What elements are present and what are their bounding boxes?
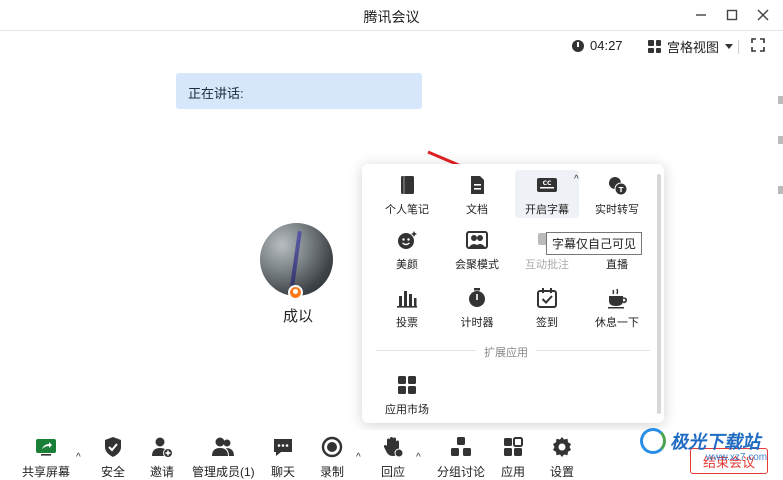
reaction-icon bbox=[382, 436, 404, 458]
view-mode-label: 宫格视图 bbox=[667, 40, 720, 55]
watermark-logo-icon bbox=[640, 428, 666, 454]
meeting-timer: 04:27 bbox=[572, 38, 623, 53]
tool-beauty[interactable]: 美颜 bbox=[375, 225, 439, 273]
speaking-banner: 正在讲话: bbox=[176, 73, 422, 109]
svg-text:CC: CC bbox=[543, 180, 552, 187]
reaction-button[interactable]: 回应 bbox=[381, 436, 405, 480]
beauty-icon bbox=[396, 229, 418, 251]
divider bbox=[738, 40, 739, 54]
tool-transcribe[interactable]: T 实时转写 bbox=[585, 170, 649, 218]
tool-app-market[interactable]: 应用市场 bbox=[375, 370, 439, 418]
chat-button[interactable]: 聊天 bbox=[271, 436, 295, 480]
timer-value: 04:27 bbox=[590, 38, 623, 53]
app-market-icon bbox=[396, 374, 418, 396]
grid-view-icon bbox=[648, 40, 661, 53]
svg-text:T: T bbox=[619, 186, 624, 194]
tool-checkin[interactable]: 签到 bbox=[515, 283, 579, 331]
vote-icon bbox=[396, 287, 418, 309]
chevron-up-icon[interactable]: ^ bbox=[356, 452, 361, 463]
chevron-down-icon bbox=[725, 44, 734, 49]
record-button[interactable]: 录制 bbox=[320, 436, 344, 480]
shield-icon bbox=[102, 436, 124, 458]
tool-captions[interactable]: CC 开启字幕 bbox=[515, 170, 579, 218]
watermark: 极光下载站 bbox=[640, 428, 760, 454]
manage-members-button[interactable]: 管理成员(1) bbox=[192, 436, 255, 480]
share-screen-icon bbox=[35, 436, 57, 458]
coffee-icon bbox=[606, 287, 628, 309]
edge-indicator bbox=[778, 136, 783, 144]
maximize-icon[interactable] bbox=[721, 4, 743, 26]
host-badge-icon bbox=[288, 285, 303, 300]
close-icon[interactable] bbox=[752, 4, 774, 26]
window-title: 腾讯会议 bbox=[363, 9, 420, 25]
captions-tooltip: 字幕仅自己可见 bbox=[546, 232, 643, 255]
chevron-up-icon[interactable]: ^ bbox=[574, 174, 579, 185]
tool-timer[interactable]: 计时器 bbox=[445, 283, 509, 331]
speaking-label: 正在讲话: bbox=[188, 86, 244, 101]
members-icon bbox=[212, 436, 235, 458]
panel-scrollbar[interactable] bbox=[657, 174, 661, 414]
tool-documents[interactable]: 文档 bbox=[445, 170, 509, 218]
edge-indicator bbox=[778, 186, 783, 194]
tool-take-break[interactable]: 休息一下 bbox=[585, 283, 649, 331]
fullscreen-icon[interactable] bbox=[751, 38, 765, 52]
transcribe-icon: T bbox=[606, 174, 628, 196]
share-screen-button[interactable]: 共享屏幕 bbox=[22, 436, 70, 480]
record-icon bbox=[321, 436, 343, 458]
clock-icon bbox=[572, 39, 584, 52]
timer-icon bbox=[466, 287, 488, 309]
watermark-url: www.xz7.com bbox=[706, 452, 768, 463]
watermark-text: 极光下载站 bbox=[670, 432, 760, 452]
invite-icon bbox=[151, 436, 173, 458]
breakout-rooms-button[interactable]: 分组讨论 bbox=[437, 436, 485, 480]
apps-button[interactable]: 应用 bbox=[501, 436, 525, 480]
invite-button[interactable]: 邀请 bbox=[150, 436, 174, 480]
security-button[interactable]: 安全 bbox=[101, 436, 125, 480]
chevron-up-icon[interactable]: ^ bbox=[76, 452, 81, 463]
chevron-up-icon[interactable]: ^ bbox=[416, 452, 421, 463]
document-icon bbox=[466, 174, 488, 196]
title-bar: 腾讯会议 bbox=[0, 0, 783, 30]
together-mode-icon bbox=[466, 229, 488, 251]
captions-icon: CC bbox=[536, 174, 558, 196]
breakout-icon bbox=[450, 436, 472, 458]
view-mode-dropdown[interactable]: 宫格视图 bbox=[648, 37, 734, 56]
tool-together-mode[interactable]: 会聚模式 bbox=[445, 225, 509, 273]
tool-personal-notes[interactable]: 个人笔记 bbox=[375, 170, 439, 218]
gear-icon bbox=[551, 436, 573, 458]
meeting-info-bar: 04:27 宫格视图 bbox=[0, 30, 783, 60]
notebook-icon bbox=[396, 174, 418, 196]
apps-icon bbox=[502, 436, 524, 458]
chat-icon bbox=[272, 436, 294, 458]
section-label: 扩展应用 bbox=[476, 344, 536, 360]
participant-name: 成以 bbox=[282, 308, 313, 325]
checkin-icon bbox=[536, 287, 558, 309]
settings-button[interactable]: 设置 bbox=[550, 436, 574, 480]
minimize-icon[interactable] bbox=[690, 4, 712, 26]
edge-indicator bbox=[778, 96, 783, 104]
tool-vote[interactable]: 投票 bbox=[375, 283, 439, 331]
